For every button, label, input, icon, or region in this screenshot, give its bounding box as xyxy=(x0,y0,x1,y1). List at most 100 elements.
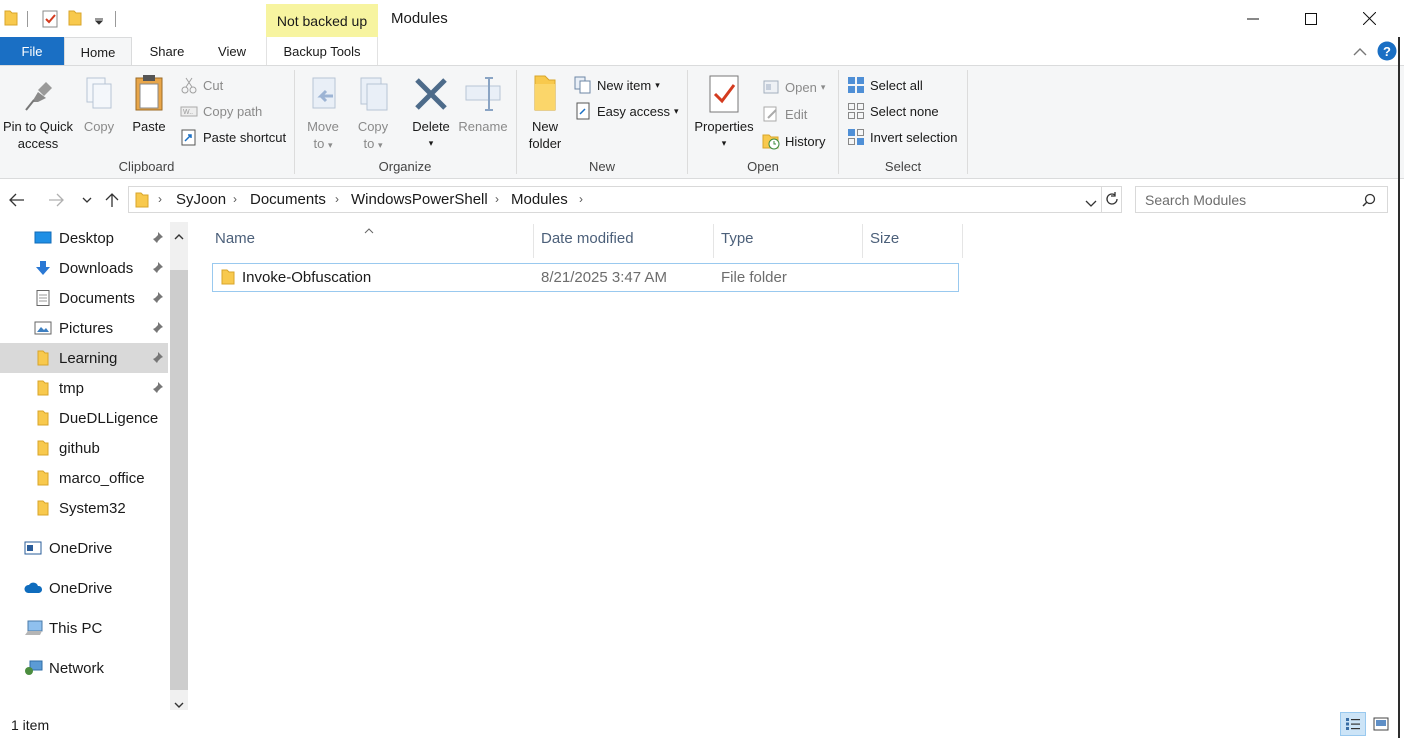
close-button[interactable] xyxy=(1340,0,1398,37)
breadcrumb-modules[interactable]: Modules xyxy=(511,191,568,208)
history-label: History xyxy=(785,133,826,149)
column-header-size[interactable]: Size xyxy=(870,230,899,247)
column-header-date-modified[interactable]: Date modified xyxy=(541,230,634,247)
maximize-button[interactable] xyxy=(1282,0,1340,37)
select-all-button[interactable]: Select all xyxy=(847,74,923,96)
edit-button[interactable]: Edit xyxy=(762,103,807,125)
easy-access-button[interactable]: Easy access ▾ xyxy=(574,100,679,122)
forward-button[interactable] xyxy=(45,189,67,211)
pin-icon[interactable] xyxy=(150,381,164,395)
large-icons-view-button[interactable] xyxy=(1368,712,1394,736)
navigation-pane: Desktop Downloads Documents Pictures Lea… xyxy=(0,222,170,710)
breadcrumb-chevron-icon[interactable]: › xyxy=(158,192,162,206)
breadcrumb-chevron-icon[interactable]: › xyxy=(579,192,583,206)
column-header-type[interactable]: Type xyxy=(721,230,754,247)
pin-to-quick-access-button[interactable]: Pin to Quick access xyxy=(2,72,74,152)
nav-item-duedlligence[interactable]: DueDLLigence xyxy=(0,403,168,433)
paste-shortcut-button[interactable]: Paste shortcut xyxy=(180,126,286,148)
recent-locations-button[interactable] xyxy=(76,189,98,211)
divider[interactable] xyxy=(533,224,534,258)
pin-icon[interactable] xyxy=(150,291,164,305)
breadcrumb-chevron-icon[interactable]: › xyxy=(233,192,237,206)
rename-button[interactable]: Rename xyxy=(457,72,509,135)
divider[interactable] xyxy=(862,224,863,258)
delete-dropdown-arrow[interactable]: ▾ xyxy=(407,135,455,152)
column-header-name[interactable]: Name xyxy=(215,230,255,247)
search-icon[interactable] xyxy=(1362,193,1376,210)
nav-item-documents[interactable]: Documents xyxy=(0,283,168,313)
scrollbar-thumb[interactable] xyxy=(170,270,188,690)
copy-to-label-line2: to ▾ xyxy=(363,136,383,151)
nav-item-label: OneDrive xyxy=(49,579,113,597)
pin-icon[interactable] xyxy=(150,261,164,275)
nav-item-tmp[interactable]: tmp xyxy=(0,373,168,403)
delete-button[interactable]: Delete ▾ xyxy=(407,72,455,152)
divider[interactable] xyxy=(713,224,714,258)
move-to-button[interactable]: Move to ▾ xyxy=(301,72,345,154)
breadcrumb-syjoon[interactable]: SyJoon xyxy=(176,191,226,208)
nav-item-marco-office[interactable]: marco_office xyxy=(0,463,168,493)
nav-item-pictures[interactable]: Pictures xyxy=(0,313,168,343)
collapse-ribbon-icon[interactable] xyxy=(1353,44,1367,60)
folder-icon xyxy=(34,380,52,396)
search-input[interactable]: Search Modules xyxy=(1135,186,1388,213)
breadcrumb-windowspowershell[interactable]: WindowsPowerShell xyxy=(351,191,488,208)
tab-backup-tools[interactable]: Backup Tools xyxy=(266,37,378,65)
cut-button[interactable]: Cut xyxy=(180,74,223,96)
nav-item-github[interactable]: github xyxy=(0,433,168,463)
history-button[interactable]: History xyxy=(762,130,825,152)
details-view-button[interactable] xyxy=(1340,712,1366,736)
properties-dropdown-arrow[interactable]: ▾ xyxy=(692,135,756,152)
nav-item-onedrive[interactable]: OneDrive xyxy=(0,573,168,603)
copy-path-button[interactable]: W.. Copy path xyxy=(180,100,262,122)
breadcrumb-documents[interactable]: Documents xyxy=(250,191,326,208)
table-row[interactable]: Invoke-Obfuscation 8/21/2025 3:47 AM Fil… xyxy=(212,263,959,292)
breadcrumb-chevron-icon[interactable]: › xyxy=(495,192,499,206)
copy-to-button[interactable]: Copy to ▾ xyxy=(351,72,395,154)
nav-item-this-pc[interactable]: This PC xyxy=(0,613,168,643)
properties-icon[interactable] xyxy=(42,10,58,31)
breadcrumb-chevron-icon[interactable]: › xyxy=(335,192,339,206)
pin-icon[interactable] xyxy=(150,321,164,335)
open-icon xyxy=(762,78,780,96)
copy-to-icon xyxy=(353,72,393,116)
address-dropdown-icon[interactable] xyxy=(1085,195,1097,211)
properties-button[interactable]: Properties ▾ xyxy=(692,72,756,152)
scroll-up-icon[interactable] xyxy=(174,228,184,244)
new-folder-label-line2: folder xyxy=(528,136,562,151)
tab-file[interactable]: File xyxy=(0,37,64,65)
copy-button[interactable]: Copy xyxy=(78,72,120,135)
back-button[interactable] xyxy=(6,189,28,211)
new-folder-button[interactable]: New folder xyxy=(521,72,569,152)
nav-item-network[interactable]: Network xyxy=(0,653,168,683)
delete-label: Delete xyxy=(412,119,450,134)
select-none-button[interactable]: Select none xyxy=(847,100,939,122)
invert-selection-button[interactable]: Invert selection xyxy=(847,126,957,148)
ribbon-tabs: File Home Share View Backup Tools ? xyxy=(0,37,1404,66)
new-item-button[interactable]: New item ▾ xyxy=(574,74,660,96)
tab-home[interactable]: Home xyxy=(64,37,132,66)
nav-item-learning[interactable]: Learning xyxy=(0,343,168,373)
window-title: Modules xyxy=(391,10,448,27)
title-bar: Not backed up Modules xyxy=(0,0,1404,37)
minimize-button[interactable] xyxy=(1224,0,1282,37)
address-bar[interactable]: › SyJoon › Documents › WindowsPowerShell… xyxy=(128,186,1122,213)
nav-item-desktop[interactable]: Desktop xyxy=(0,223,168,253)
open-button[interactable]: Open ▾ xyxy=(762,76,825,98)
nav-item-onedrive-business[interactable]: OneDrive xyxy=(0,533,168,563)
up-button[interactable] xyxy=(101,189,123,211)
nav-item-system32[interactable]: System32 xyxy=(0,493,168,523)
divider[interactable] xyxy=(962,224,963,258)
help-icon[interactable]: ? xyxy=(1377,41,1397,64)
nav-scrollbar[interactable] xyxy=(170,222,188,710)
paste-button[interactable]: Paste xyxy=(128,72,170,135)
customize-toolbar-icon[interactable] xyxy=(94,13,104,29)
nav-item-downloads[interactable]: Downloads xyxy=(0,253,168,283)
tab-view[interactable]: View xyxy=(204,37,260,65)
new-folder-icon[interactable] xyxy=(68,10,82,29)
refresh-icon[interactable] xyxy=(1104,191,1120,210)
pin-icon[interactable] xyxy=(150,351,164,365)
easy-access-label: Easy access xyxy=(597,103,670,119)
pin-icon[interactable] xyxy=(150,231,164,245)
tab-share[interactable]: Share xyxy=(137,37,197,65)
